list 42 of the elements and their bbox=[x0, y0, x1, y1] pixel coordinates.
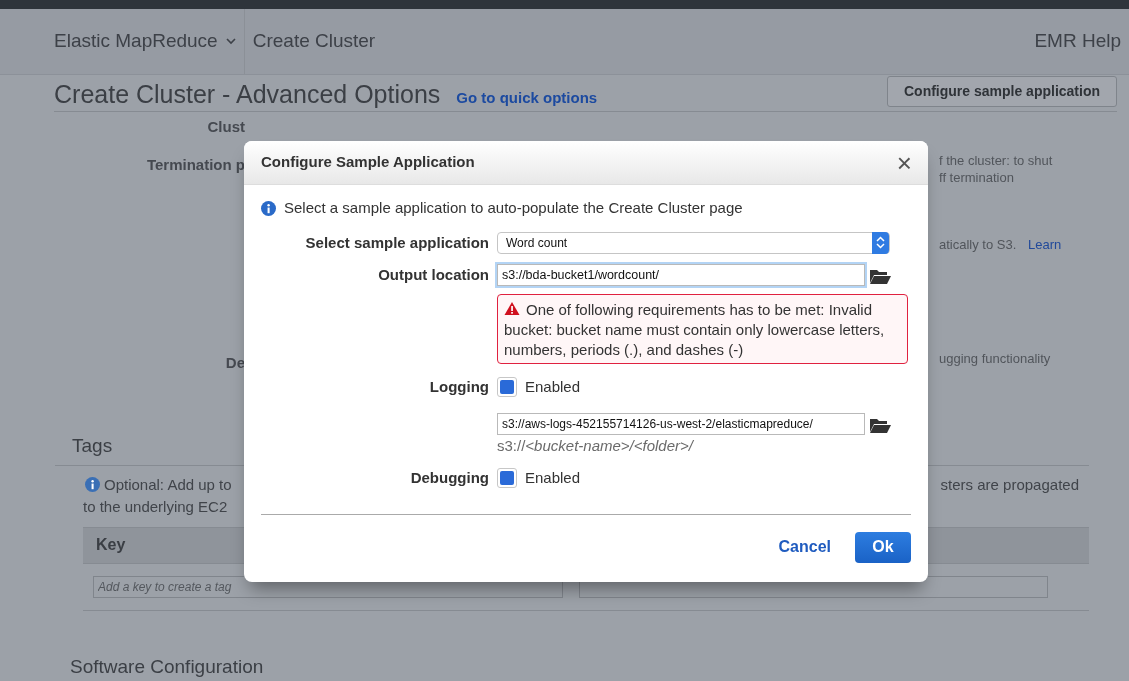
field-label: Logging bbox=[429, 378, 489, 395]
learn-link[interactable]: Learn bbox=[1027, 237, 1062, 252]
checkbox[interactable] bbox=[497, 468, 517, 489]
field-label: Termination p bbox=[146, 156, 245, 173]
configure-button[interactable]: Configure sample application bbox=[886, 76, 1117, 107]
path-field[interactable]: s3://bda-bucket1/wordcount/ bbox=[497, 264, 865, 286]
info-icon bbox=[85, 477, 100, 493]
checkbox-label: Enabled bbox=[525, 468, 581, 488]
column-header: Key bbox=[96, 535, 126, 555]
caret-icon bbox=[225, 38, 236, 45]
warning-icon bbox=[504, 301, 520, 316]
field-label: Output location bbox=[378, 266, 489, 283]
field-label: De bbox=[225, 354, 245, 371]
section-heading: Software Configuration bbox=[70, 655, 264, 677]
checkbox-label: Enabled bbox=[525, 377, 581, 397]
help-link[interactable]: EMR Help bbox=[1034, 9, 1129, 74]
help-text: atically to S3. bbox=[939, 237, 1017, 252]
breadcrumb-link[interactable]: Create Cluster bbox=[244, 9, 376, 74]
updown-icon bbox=[876, 236, 885, 249]
field-label: Clust bbox=[207, 118, 245, 135]
field-label: Debugging bbox=[410, 469, 489, 486]
service-menu[interactable]: Elastic MapReduce bbox=[54, 9, 244, 74]
info-text: Optional: Add up to bbox=[104, 474, 232, 495]
format-hint: s3://<bucket-name>/<folder>/ bbox=[497, 435, 695, 456]
error-message: One of following requirements has to be met: Invalid bucket: bucket name must contain only lowercase letters, numbers, periods (.), and dashes (-) bbox=[497, 294, 908, 364]
dialog-title: Configure Sample Application bbox=[261, 152, 475, 173]
help-text: f the cluster: to shut bbox=[939, 153, 1053, 168]
help-text: ugging functionality bbox=[939, 351, 1051, 366]
info-text: Select a sample application to auto-populate the Create Cluster page bbox=[284, 198, 743, 218]
path-field[interactable]: s3://aws-logs-452155714126-us-west-2/elasticmapreduce/ bbox=[497, 412, 865, 435]
page-title: Create Cluster - Advanced Options bbox=[54, 78, 441, 110]
close-button[interactable]: × bbox=[896, 149, 912, 176]
quick-options-link[interactable]: Go to quick options bbox=[456, 87, 598, 110]
field-label: Select sample application bbox=[305, 233, 489, 251]
help-text: ff termination bbox=[939, 170, 1014, 185]
select-field[interactable]: Word count bbox=[497, 231, 890, 254]
checkbox[interactable] bbox=[497, 377, 517, 398]
cancel-link[interactable]: Cancel bbox=[778, 535, 831, 559]
info-icon bbox=[261, 200, 276, 216]
info-text: to the underlying EC2 bbox=[83, 498, 228, 515]
info-text: sters are propagated bbox=[940, 474, 1079, 495]
ok-button[interactable]: Ok bbox=[855, 531, 911, 563]
